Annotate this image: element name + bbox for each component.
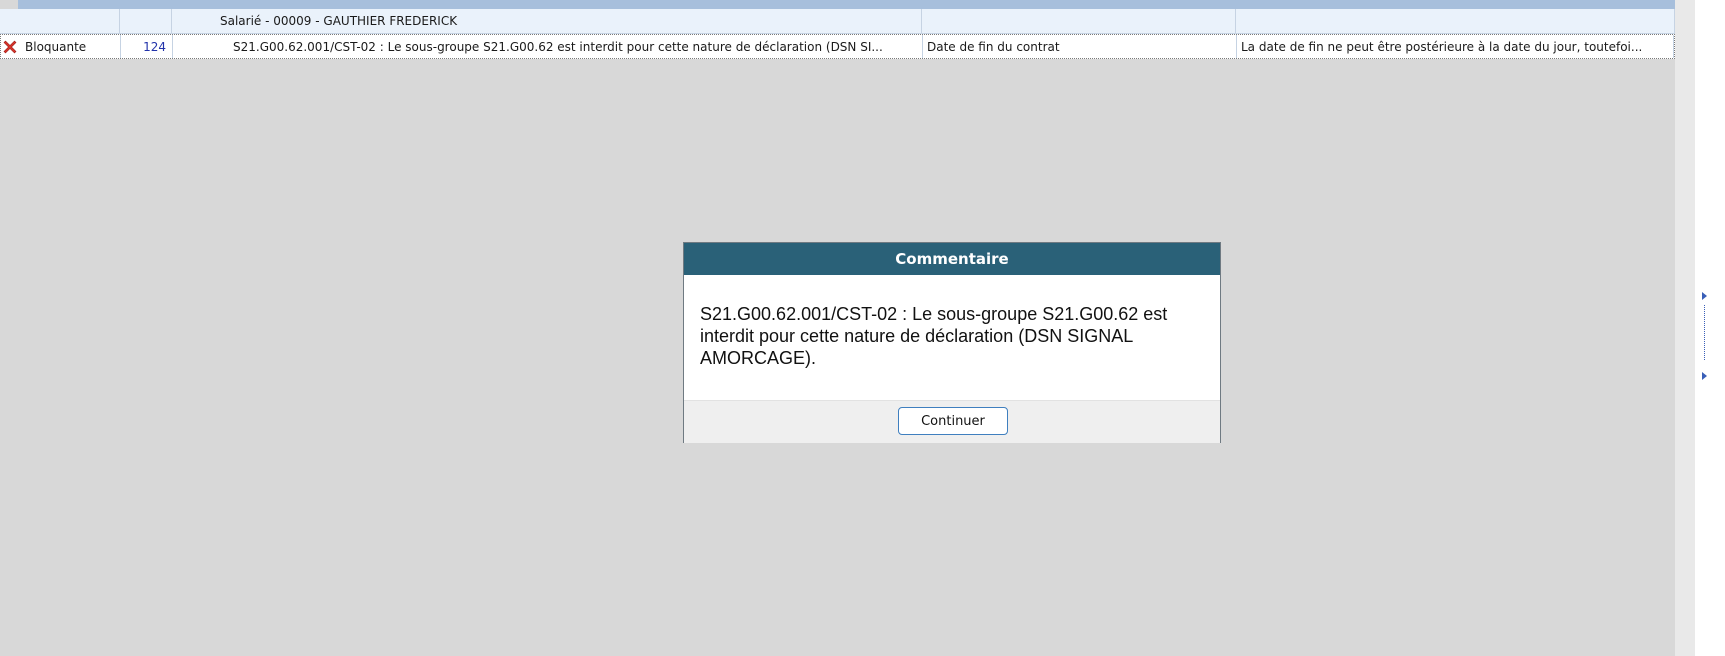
group-desc-cell	[1236, 9, 1675, 33]
error-grid: Salarié - 00009 - GAUTHIER FREDERICK Blo…	[0, 0, 1675, 59]
group-label: Salarié - 00009 - GAUTHIER FREDERICK	[220, 14, 458, 28]
field-name-cell: Date de fin du contrat	[923, 35, 1237, 58]
dialog-title: Commentaire	[684, 243, 1220, 275]
dialog-footer: Continuer	[684, 400, 1220, 443]
group-label-cell: Salarié - 00009 - GAUTHIER FREDERICK	[172, 9, 922, 33]
table-row[interactable]: Bloquante 124 S21.G00.62.001/CST-02 : Le…	[0, 34, 1675, 59]
group-number-cell	[120, 9, 172, 33]
group-icon-cell	[0, 9, 18, 33]
comment-dialog: Commentaire S21.G00.62.001/CST-02 : Le s…	[683, 242, 1221, 443]
continue-button[interactable]: Continuer	[898, 407, 1008, 435]
grid-header	[18, 0, 1675, 9]
group-severity-cell	[18, 9, 120, 33]
expand-arrow-icon[interactable]	[1702, 292, 1707, 300]
description-cell: La date de fin ne peut être postérieure …	[1237, 35, 1674, 58]
group-field-cell	[922, 9, 1236, 33]
side-panel	[1695, 0, 1725, 656]
group-row-employee[interactable]: Salarié - 00009 - GAUTHIER FREDERICK	[0, 9, 1675, 34]
dialog-message: S21.G00.62.001/CST-02 : Le sous-groupe S…	[700, 304, 1168, 368]
severity-cell: Bloquante	[19, 35, 121, 58]
error-x-icon	[3, 40, 17, 54]
icon-cell	[1, 35, 19, 58]
app-window: Salarié - 00009 - GAUTHIER FREDERICK Blo…	[0, 0, 1725, 656]
expand-arrow-icon[interactable]	[1702, 372, 1707, 380]
error-message-cell: S21.G00.62.001/CST-02 : Le sous-groupe S…	[173, 35, 923, 58]
error-number-cell: 124	[121, 35, 173, 58]
vertical-scrollbar[interactable]	[1675, 0, 1695, 656]
splitter-handle[interactable]	[1704, 305, 1705, 360]
